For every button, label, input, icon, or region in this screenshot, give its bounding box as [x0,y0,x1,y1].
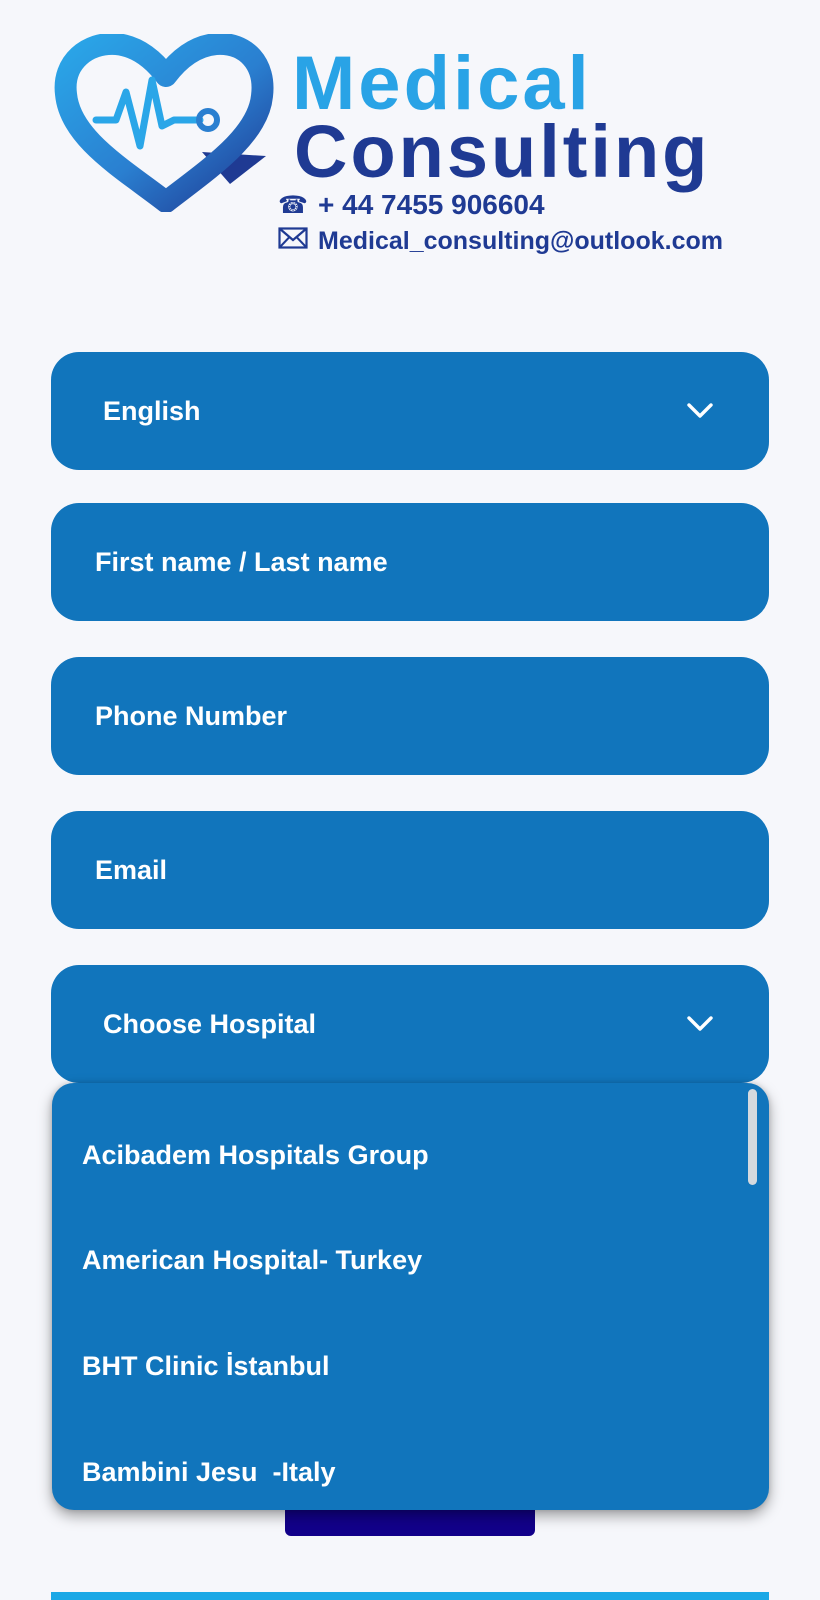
brand-name-consulting: Consulting [294,110,711,193]
phone-icon: ☎ [278,191,308,219]
chevron-down-icon [687,403,713,418]
phone-number-input[interactable]: Phone Number [51,657,769,775]
envelope-icon [276,226,310,256]
name-input[interactable]: First name / Last name [51,503,769,621]
email-input-placeholder: Email [95,854,168,885]
email-input[interactable]: Email [51,811,769,929]
heart-logo-icon [54,34,274,212]
contact-phone[interactable]: ☎ + 44 7455 906604 [276,188,545,222]
hospital-select[interactable]: Choose Hospital [51,965,769,1083]
contact-email[interactable]: Medical_consulting@outlook.com [276,224,723,258]
dropdown-option-american-hospital[interactable]: American Hospital- Turkey [82,1240,422,1280]
language-select[interactable]: English [51,352,769,470]
contact-email-text: Medical_consulting@outlook.com [318,226,723,255]
dropdown-option-acibadem[interactable]: Acibadem Hospitals Group [82,1135,429,1175]
dropdown-option-bambini-jesu[interactable]: Bambini Jesu -Italy [82,1452,336,1492]
app-screen: Medical Consulting ☎ + 44 7455 906604 Me… [0,0,820,1600]
bottom-divider [51,1592,769,1600]
dropdown-option-bht-clinic[interactable]: BHT Clinic İstanbul [82,1346,330,1386]
dropdown-scrollbar[interactable] [748,1089,757,1185]
envelope-icon-svg [278,226,308,249]
hospital-select-value: Choose Hospital [103,1008,317,1039]
contact-phone-text: + 44 7455 906604 [318,189,545,220]
hospital-dropdown-menu[interactable]: Acibadem Hospitals Group American Hospit… [52,1083,769,1510]
language-select-value: English [103,395,201,426]
chevron-down-icon [687,1016,713,1031]
phone-number-placeholder: Phone Number [95,700,288,731]
name-input-placeholder: First name / Last name [95,546,388,577]
